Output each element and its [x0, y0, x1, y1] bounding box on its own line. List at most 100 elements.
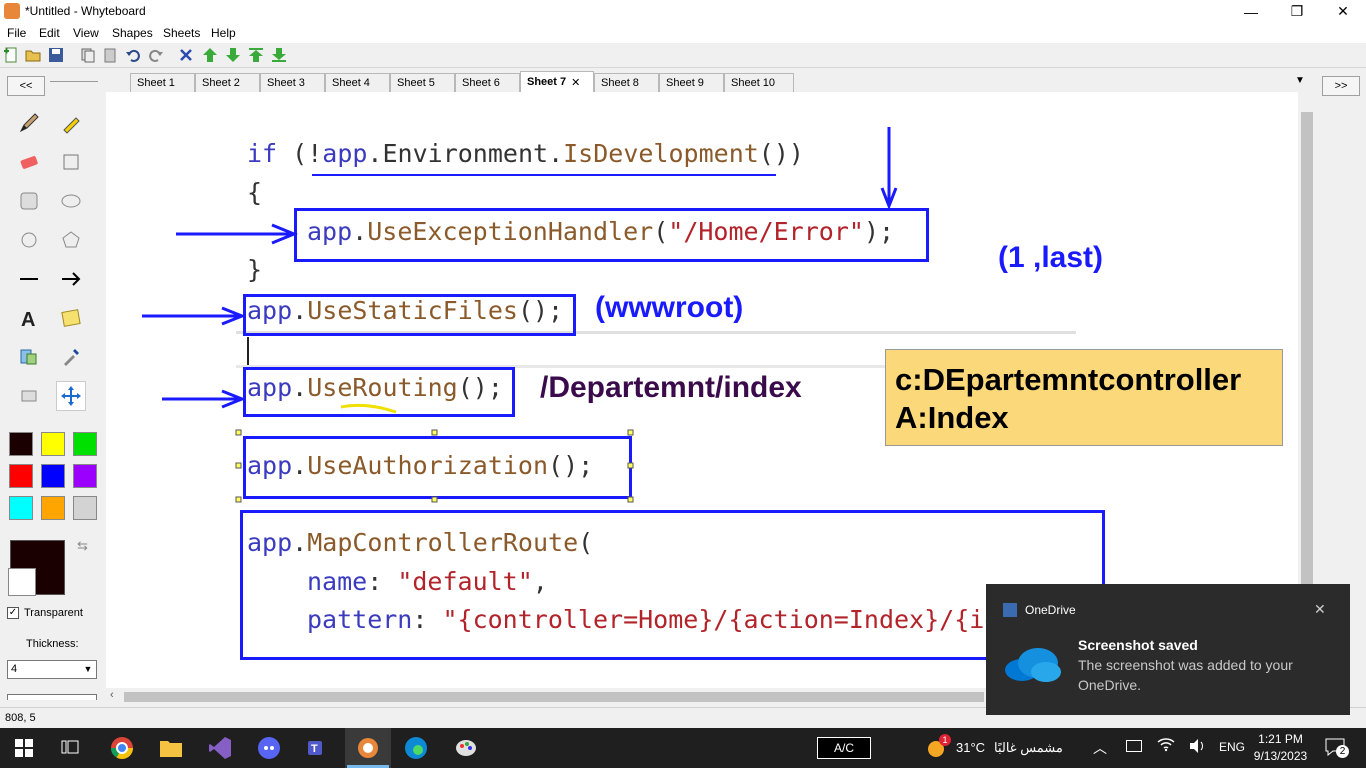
tab-sheet-4[interactable]: Sheet 4 — [325, 73, 390, 92]
tab-sheet-5[interactable]: Sheet 5 — [390, 73, 455, 92]
thickness-select[interactable]: 4 ▼ — [7, 660, 97, 679]
language-indicator[interactable]: ENG — [1219, 740, 1245, 754]
line-tool-icon[interactable] — [14, 264, 44, 294]
chrome-icon[interactable] — [108, 734, 136, 762]
circle-tool-icon[interactable] — [14, 225, 44, 255]
whyteboard-taskbar-icon[interactable] — [354, 734, 382, 762]
color-swatch-green[interactable] — [73, 432, 97, 456]
restore-button[interactable]: ❐ — [1274, 0, 1320, 23]
weather-temperature[interactable]: 31°C — [956, 740, 985, 755]
color-swatch-gray[interactable] — [73, 496, 97, 520]
toast-app-name: OneDrive — [1025, 603, 1076, 617]
wifi-icon[interactable] — [1157, 736, 1175, 755]
annotation-first-last[interactable]: (1 ,last) — [998, 241, 1103, 275]
transparent-checkbox[interactable]: ✓ — [7, 607, 19, 619]
move-down-icon[interactable] — [225, 47, 241, 63]
battery-icon[interactable] — [1126, 740, 1142, 752]
color-swatch-yellow[interactable] — [41, 432, 65, 456]
redo-icon[interactable] — [148, 47, 164, 63]
scrollbar-thumb[interactable] — [1301, 112, 1313, 587]
image-tool-icon[interactable] — [14, 342, 44, 372]
move-tool-icon[interactable] — [56, 381, 86, 411]
windows-start-icon[interactable] — [10, 734, 38, 762]
sticky-note[interactable]: c:DEpartemntcontroller A:Index — [885, 349, 1283, 446]
menu-sheets[interactable]: Sheets — [163, 26, 200, 40]
close-button[interactable]: ✕ — [1320, 0, 1366, 23]
annotation-url[interactable]: /Departemnt/index — [540, 371, 802, 405]
chevron-down-icon[interactable]: ▼ — [81, 662, 95, 677]
tab-sheet-6[interactable]: Sheet 6 — [455, 73, 520, 92]
copy-icon[interactable] — [80, 47, 96, 63]
rounded-rectangle-tool-icon[interactable] — [14, 186, 44, 216]
teams-icon[interactable]: T — [304, 734, 332, 762]
save-icon[interactable] — [48, 47, 64, 63]
file-explorer-icon[interactable] — [157, 734, 185, 762]
menu-view[interactable]: View — [73, 26, 99, 40]
pen-tool-icon[interactable] — [14, 108, 44, 138]
color-swatch-dark[interactable] — [9, 432, 33, 456]
scrollbar-thumb[interactable] — [124, 692, 984, 702]
minimize-button[interactable]: — — [1228, 0, 1274, 23]
delete-icon[interactable] — [178, 47, 194, 63]
select-tool-icon[interactable] — [14, 381, 44, 411]
ac-button[interactable]: A/C — [817, 737, 871, 759]
menu-help[interactable]: Help — [211, 26, 236, 40]
menu-shapes[interactable]: Shapes — [112, 26, 153, 40]
undo-icon[interactable] — [125, 47, 141, 63]
ellipse-tool-icon[interactable] — [56, 186, 86, 216]
eraser-tool-icon[interactable] — [14, 147, 44, 177]
tab-sheet-1[interactable]: Sheet 1 — [130, 73, 195, 92]
note-tool-icon[interactable] — [56, 303, 86, 333]
color-swatch-orange[interactable] — [41, 496, 65, 520]
annotation-wwwroot[interactable]: (wwwroot) — [595, 291, 743, 325]
tab-sheet-10[interactable]: Sheet 10 — [724, 73, 794, 92]
tab-sheet-9[interactable]: Sheet 9 — [659, 73, 724, 92]
scroll-left-icon[interactable]: ‹ — [110, 689, 114, 701]
move-up-icon[interactable] — [202, 47, 218, 63]
arrow-tool-icon[interactable] — [56, 264, 86, 294]
visual-studio-icon[interactable] — [206, 734, 234, 762]
task-view-icon[interactable] — [57, 734, 85, 762]
discord-icon[interactable] — [255, 734, 283, 762]
onedrive-toast[interactable]: OneDrive ✕ Screenshot saved The screensh… — [986, 584, 1350, 715]
menu-file[interactable]: File — [7, 26, 26, 40]
tab-sheet-7[interactable]: Sheet 7 ✕ — [520, 71, 594, 92]
color-swatch-blue[interactable] — [41, 464, 65, 488]
text-tool-icon[interactable]: A — [14, 303, 44, 333]
tab-sheet-7-label: Sheet 7 — [527, 76, 567, 88]
color-swatch-purple[interactable] — [73, 464, 97, 488]
move-bottom-icon[interactable] — [271, 47, 287, 63]
menu-edit[interactable]: Edit — [39, 26, 60, 40]
eyedropper-tool-icon[interactable] — [56, 342, 86, 372]
svg-text:A: A — [21, 309, 35, 329]
tab-sheet-8[interactable]: Sheet 8 — [594, 73, 659, 92]
open-icon[interactable] — [25, 47, 41, 63]
expand-panel-button[interactable]: >> — [1322, 76, 1360, 96]
tab-sheet-2[interactable]: Sheet 2 — [195, 73, 260, 92]
rectangle-tool-icon[interactable] — [56, 147, 86, 177]
move-top-icon[interactable] — [248, 47, 264, 63]
color-swatch-red[interactable] — [9, 464, 33, 488]
title-bar: *Untitled - Whyteboard — ❐ ✕ — [0, 0, 1366, 23]
volume-icon[interactable] — [1188, 738, 1206, 757]
new-icon[interactable] — [3, 47, 19, 63]
color-swatch-cyan[interactable] — [9, 496, 33, 520]
highlighter-tool-icon[interactable] — [56, 108, 86, 138]
tab-sheet-3[interactable]: Sheet 3 — [260, 73, 325, 92]
swap-colors-icon[interactable]: ⇆ — [77, 538, 93, 554]
polygon-tool-icon[interactable] — [56, 225, 86, 255]
paint-icon[interactable] — [452, 734, 480, 762]
tools-panel: << A ⇆ ✓ Transparent Thickness: 4 ▼ — [0, 68, 106, 708]
tabs-dropdown-icon[interactable]: ▼ — [1295, 75, 1305, 86]
close-tab-icon[interactable]: ✕ — [571, 76, 580, 89]
thickness-label: Thickness: — [26, 638, 79, 650]
clock-time[interactable]: 1:21 PM — [1253, 732, 1308, 746]
weather-description[interactable]: مشمس غالبًا — [994, 740, 1063, 756]
background-color[interactable] — [8, 568, 36, 596]
chevron-up-icon[interactable]: ︿ — [1093, 738, 1107, 758]
clock-date[interactable]: 9/13/2023 — [1253, 749, 1308, 763]
edge-icon[interactable] — [402, 734, 430, 762]
toast-close-icon[interactable]: ✕ — [1314, 601, 1326, 618]
paste-icon[interactable] — [102, 47, 118, 63]
collapse-panel-button[interactable]: << — [7, 76, 45, 96]
